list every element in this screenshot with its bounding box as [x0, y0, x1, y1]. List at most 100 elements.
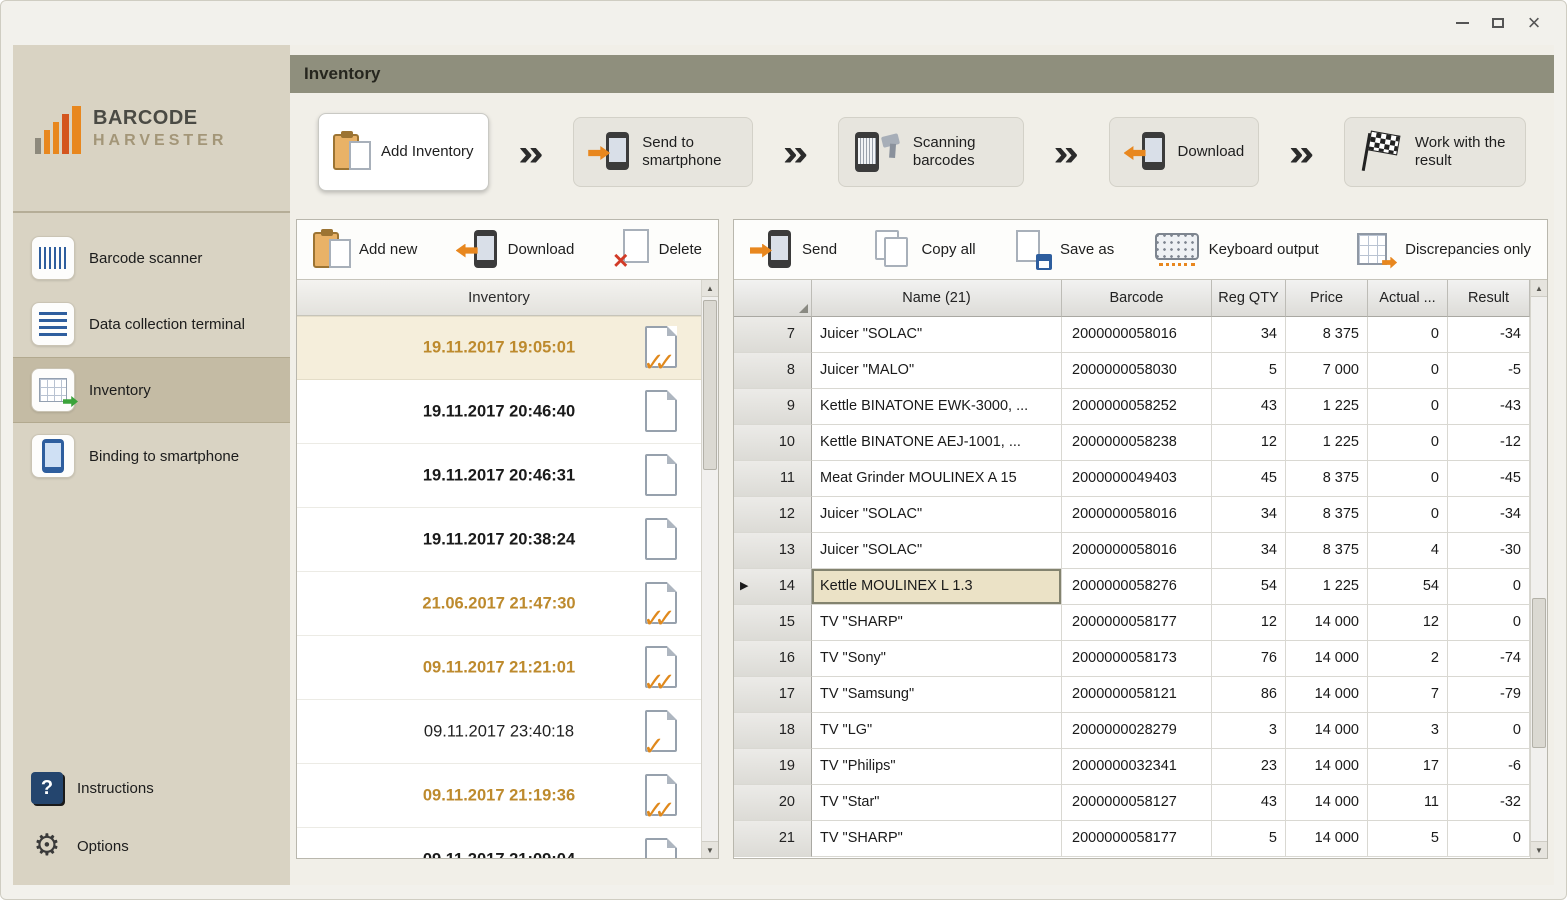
result-cell[interactable]: -74 [1448, 641, 1530, 677]
row-number-cell[interactable]: ▶ 7 [734, 317, 812, 353]
reg-qty-cell[interactable]: 3 [1212, 713, 1286, 749]
close-button[interactable]: × [1516, 8, 1552, 38]
name-cell[interactable]: Meat Grinder MOULINEX A 15 [812, 461, 1062, 497]
inventory-list-item[interactable]: 09.11.2017 21:09:04 ✓ ✓ [297, 828, 701, 858]
table-row[interactable]: ▶ 15 TV "SHARP" 2000000058177 12 14 000 … [734, 605, 1530, 641]
sidebar-item-inventory[interactable]: Inventory [13, 357, 290, 423]
result-cell[interactable]: 0 [1448, 821, 1530, 857]
result-cell[interactable]: -30 [1448, 533, 1530, 569]
reg-qty-cell[interactable]: 5 [1212, 353, 1286, 389]
actual-qty-cell[interactable]: 12 [1368, 605, 1448, 641]
actual-qty-cell[interactable]: 0 [1368, 353, 1448, 389]
row-number-cell[interactable]: ▶ 20 [734, 785, 812, 821]
reg-qty-cell[interactable]: 86 [1212, 677, 1286, 713]
table-row[interactable]: ▶ 16 TV "Sony" 2000000058173 76 14 000 2… [734, 641, 1530, 677]
price-cell[interactable]: 1 225 [1286, 425, 1368, 461]
inventory-scrollbar[interactable]: ▲ ▼ [701, 280, 718, 858]
table-row[interactable]: ▶ 17 TV "Samsung" 2000000058121 86 14 00… [734, 677, 1530, 713]
name-cell[interactable]: Juicer "SOLAC" [812, 317, 1062, 353]
name-cell[interactable]: Kettle MOULINEX L 1.3 [812, 569, 1062, 605]
column-header-reg-qty[interactable]: Reg QTY [1212, 280, 1286, 317]
row-number-cell[interactable]: ▶ 18 [734, 713, 812, 749]
workflow-step-scanning-barcodes[interactable]: Scanning barcodes [837, 117, 1024, 187]
sidebar-item-data-collection-terminal[interactable]: Data collection terminal [13, 291, 290, 357]
row-number-cell[interactable]: ▶ 13 [734, 533, 812, 569]
barcode-cell[interactable]: 2000000058252 [1062, 389, 1212, 425]
barcode-cell[interactable]: 2000000058121 [1062, 677, 1212, 713]
price-cell[interactable]: 8 375 [1286, 461, 1368, 497]
result-cell[interactable]: 0 [1448, 713, 1530, 749]
actual-qty-cell[interactable]: 0 [1368, 497, 1448, 533]
actual-qty-cell[interactable]: 0 [1368, 317, 1448, 353]
table-row[interactable]: ▶ 14 Kettle MOULINEX L 1.3 2000000058276… [734, 569, 1530, 605]
reg-qty-cell[interactable]: 54 [1212, 569, 1286, 605]
table-row[interactable]: ▶ 8 Juicer "MALO" 2000000058030 5 7 000 … [734, 353, 1530, 389]
price-cell[interactable]: 1 225 [1286, 569, 1368, 605]
table-scrollbar[interactable]: ▲ ▼ [1530, 280, 1547, 858]
actual-qty-cell[interactable]: 2 [1368, 641, 1448, 677]
barcode-cell[interactable]: 2000000058238 [1062, 425, 1212, 461]
table-row[interactable]: ▶ 10 Kettle BINATONE AEJ-1001, ... 20000… [734, 425, 1530, 461]
column-header-name[interactable]: Name (21) [812, 280, 1062, 317]
save-as-button[interactable]: Save as [1014, 229, 1114, 270]
scroll-down-icon[interactable]: ▼ [702, 841, 718, 858]
send-button[interactable]: Send [750, 229, 837, 271]
maximize-button[interactable] [1480, 8, 1516, 38]
column-header-result[interactable]: Result [1448, 280, 1530, 317]
scrollbar-thumb[interactable] [1532, 597, 1546, 748]
price-cell[interactable]: 14 000 [1286, 749, 1368, 785]
name-cell[interactable]: Kettle BINATONE AEJ-1001, ... [812, 425, 1062, 461]
add-new-button[interactable]: Add new [313, 228, 417, 271]
row-number-cell[interactable]: ▶ 19 [734, 749, 812, 785]
barcode-cell[interactable]: 2000000058127 [1062, 785, 1212, 821]
reg-qty-cell[interactable]: 5 [1212, 821, 1286, 857]
actual-qty-cell[interactable]: 0 [1368, 425, 1448, 461]
price-cell[interactable]: 8 375 [1286, 497, 1368, 533]
reg-qty-cell[interactable]: 23 [1212, 749, 1286, 785]
inventory-list-item[interactable]: 19.11.2017 19:05:01 ✓ ✓ [297, 316, 701, 380]
scrollbar-thumb[interactable] [703, 300, 717, 470]
name-cell[interactable]: TV "SHARP" [812, 821, 1062, 857]
inventory-column-header[interactable]: Inventory [297, 280, 701, 316]
price-cell[interactable]: 14 000 [1286, 713, 1368, 749]
result-cell[interactable]: -32 [1448, 785, 1530, 821]
result-cell[interactable]: 0 [1448, 569, 1530, 605]
sidebar-item-binding-to-smartphone[interactable]: Binding to smartphone [13, 423, 290, 489]
table-row[interactable]: ▶ 7 Juicer "SOLAC" 2000000058016 34 8 37… [734, 317, 1530, 353]
row-number-cell[interactable]: ▶ 14 [734, 569, 812, 605]
reg-qty-cell[interactable]: 43 [1212, 389, 1286, 425]
scroll-down-icon[interactable]: ▼ [1531, 841, 1547, 858]
price-cell[interactable]: 14 000 [1286, 641, 1368, 677]
actual-qty-cell[interactable]: 0 [1368, 461, 1448, 497]
price-cell[interactable]: 14 000 [1286, 785, 1368, 821]
reg-qty-cell[interactable]: 12 [1212, 425, 1286, 461]
price-cell[interactable]: 8 375 [1286, 317, 1368, 353]
row-number-cell[interactable]: ▶ 21 [734, 821, 812, 857]
table-row[interactable]: ▶ 11 Meat Grinder MOULINEX A 15 20000000… [734, 461, 1530, 497]
workflow-step-download[interactable]: Download [1108, 117, 1260, 187]
price-cell[interactable]: 7 000 [1286, 353, 1368, 389]
reg-qty-cell[interactable]: 34 [1212, 317, 1286, 353]
inventory-list-item[interactable]: 09.11.2017 23:40:18 ✓ ✓ [297, 700, 701, 764]
table-row[interactable]: ▶ 18 TV "LG" 2000000028279 3 14 000 3 0 [734, 713, 1530, 749]
result-cell[interactable]: 0 [1448, 605, 1530, 641]
price-cell[interactable]: 14 000 [1286, 605, 1368, 641]
barcode-cell[interactable]: 2000000058016 [1062, 317, 1212, 353]
sidebar-item-options[interactable]: ⚙ Options [31, 817, 272, 875]
barcode-cell[interactable]: 2000000049403 [1062, 461, 1212, 497]
table-row[interactable]: ▶ 9 Kettle BINATONE EWK-3000, ... 200000… [734, 389, 1530, 425]
table-row[interactable]: ▶ 19 TV "Philips" 2000000032341 23 14 00… [734, 749, 1530, 785]
result-cell[interactable]: -45 [1448, 461, 1530, 497]
delete-button[interactable]: × Delete [613, 228, 702, 273]
name-cell[interactable]: TV "Sony" [812, 641, 1062, 677]
barcode-cell[interactable]: 2000000058177 [1062, 821, 1212, 857]
inventory-list-item[interactable]: 19.11.2017 20:38:24 ✓ ✓ [297, 508, 701, 572]
inventory-list-item[interactable]: 19.11.2017 20:46:31 ✓ ✓ [297, 444, 701, 508]
row-number-cell[interactable]: ▶ 12 [734, 497, 812, 533]
result-cell[interactable]: -6 [1448, 749, 1530, 785]
table-row[interactable]: ▶ 21 TV "SHARP" 2000000058177 5 14 000 5… [734, 821, 1530, 857]
actual-qty-cell[interactable]: 4 [1368, 533, 1448, 569]
keyboard-output-button[interactable]: Keyboard output [1153, 233, 1319, 266]
barcode-cell[interactable]: 2000000058016 [1062, 497, 1212, 533]
name-cell[interactable]: Juicer "SOLAC" [812, 497, 1062, 533]
